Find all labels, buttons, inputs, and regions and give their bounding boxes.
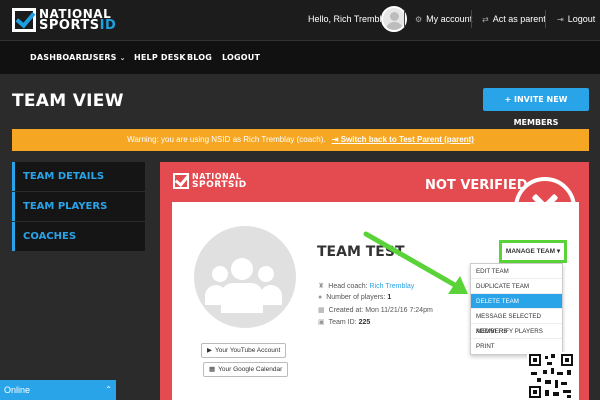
created-value: Mon 11/21/16 7:24pm (365, 307, 433, 314)
youtube-account-button[interactable]: ▶ Your YouTube Account (201, 343, 287, 358)
checkmark-logo-icon (173, 173, 189, 189)
invite-new-members-button[interactable]: + INVITE NEW MEMBERS (483, 88, 589, 127)
act-as-parent-label: Act as parent (492, 14, 546, 24)
logout-link[interactable]: ⇥ Logout (557, 14, 595, 24)
calendar-icon: ▦ (318, 307, 325, 314)
nav-users-label: USERS (86, 53, 117, 62)
sidebar-item-coaches[interactable]: COACHES (12, 222, 145, 251)
created-label: Created at: (328, 307, 364, 314)
divider (545, 10, 546, 28)
switch-icon: ⇄ (482, 15, 489, 24)
card-logo: NATIONAL SPORTSID (173, 173, 247, 190)
chat-status: Online (4, 385, 31, 395)
menu-item-add-verify-players[interactable]: ADD/VERIFY PLAYERS (471, 324, 562, 339)
divider (471, 10, 472, 28)
qr-code (527, 352, 575, 400)
logout-label: Logout (567, 14, 596, 24)
switch-back-link[interactable]: ⇥ Switch back to Test Parent (parent) (332, 135, 474, 144)
person-body (205, 285, 227, 305)
logo-line2: SPORTSID (39, 18, 117, 33)
person-head (258, 266, 274, 282)
checkmark-logo-icon (12, 8, 36, 32)
nav-users[interactable]: USERS ⌄ (86, 53, 126, 62)
divider (404, 10, 405, 28)
team-sidebar: TEAM DETAILS TEAM PLAYERS COACHES (12, 162, 145, 252)
manage-team-menu: EDIT TEAM DUPLICATE TEAM DELETE TEAM MES… (470, 263, 563, 355)
page-title: TEAM VIEW (12, 91, 124, 111)
manage-team-button[interactable]: MANAGE TEAM ▾ (499, 240, 567, 263)
verification-status: NOT VERIFIED (425, 178, 528, 193)
team-avatar-icon (194, 226, 296, 328)
main-nav: DASHBOARD USERS ⌄ HELP DESK BLOG LOGOUT (0, 40, 600, 74)
nav-logout[interactable]: LOGOUT (222, 53, 260, 62)
google-calendar-button[interactable]: ▦ Your Google Calendar (203, 362, 289, 377)
chevron-down-icon: ⌄ (119, 54, 126, 62)
card-logo-line2: SPORTSID (192, 180, 247, 190)
person-head (212, 266, 228, 282)
switch-back-label: Switch back to Test Parent (parent) (340, 135, 474, 144)
act-as-parent-link[interactable]: ⇄ Act as parent (482, 14, 546, 24)
manage-team-text: MANAGE TEAM (505, 248, 556, 255)
team-id-label: Team ID: (328, 319, 357, 326)
youtube-label: Your YouTube Account (215, 347, 281, 354)
person-head (231, 258, 253, 280)
warning-text: Warning: you are using NSID as Rich Trem… (127, 135, 326, 144)
chat-online-tab[interactable]: Online ⌃ (0, 380, 116, 400)
nav-blog[interactable]: BLOG (187, 53, 212, 62)
logo-line2-main: SPORTS (39, 18, 100, 33)
nsid-logo[interactable]: NATIONAL SPORTSID (12, 5, 116, 35)
sidebar-item-team-details[interactable]: TEAM DETAILS (12, 162, 145, 191)
warning-banner: Warning: you are using NSID as Rich Trem… (12, 129, 589, 151)
logo-line2-suffix: ID (99, 18, 117, 33)
green-arrow-annotation (363, 231, 468, 294)
nav-dashboard[interactable]: DASHBOARD (30, 53, 89, 62)
chevron-up-icon: ⌃ (105, 385, 112, 394)
person-body (260, 285, 282, 305)
switch-icon: ⇥ (331, 135, 341, 144)
calendar-icon: ▦ (209, 366, 216, 373)
top-header: NATIONAL SPORTSID Hello, Rich Tremblay ⚙… (0, 0, 600, 40)
greeting-text: Hello, Rich Tremblay (308, 14, 392, 24)
team-id-row: ▣ Team ID: 225 (318, 318, 370, 326)
id-icon: ▣ (318, 319, 325, 326)
menu-item-delete-team[interactable]: DELETE TEAM (471, 294, 562, 309)
menu-item-edit-team[interactable]: EDIT TEAM (471, 264, 562, 279)
my-account-link[interactable]: ⚙ My account (415, 14, 472, 24)
calendar-label: Your Google Calendar (218, 366, 283, 373)
logout-icon: ⇥ (557, 15, 564, 24)
gear-icon: ⚙ (415, 15, 423, 24)
nav-help-desk[interactable]: HELP DESK (134, 53, 186, 62)
card-logo-text: NATIONAL SPORTSID (192, 173, 247, 190)
menu-item-duplicate-team[interactable]: DUPLICATE TEAM (471, 279, 562, 294)
trophy-icon: ♜ (318, 283, 325, 290)
logo-text: NATIONAL SPORTSID (39, 8, 116, 32)
caret-down-icon: ▾ (556, 248, 561, 255)
person-body (221, 283, 263, 313)
my-account-label: My account (426, 14, 473, 24)
youtube-icon: ▶ (207, 347, 212, 354)
team-id-value: 225 (358, 319, 371, 326)
menu-item-message-members[interactable]: MESSAGE SELECTED MEMBERS (471, 309, 562, 335)
user-icon: ● (318, 294, 323, 301)
sidebar-item-team-players[interactable]: TEAM PLAYERS (12, 192, 145, 221)
